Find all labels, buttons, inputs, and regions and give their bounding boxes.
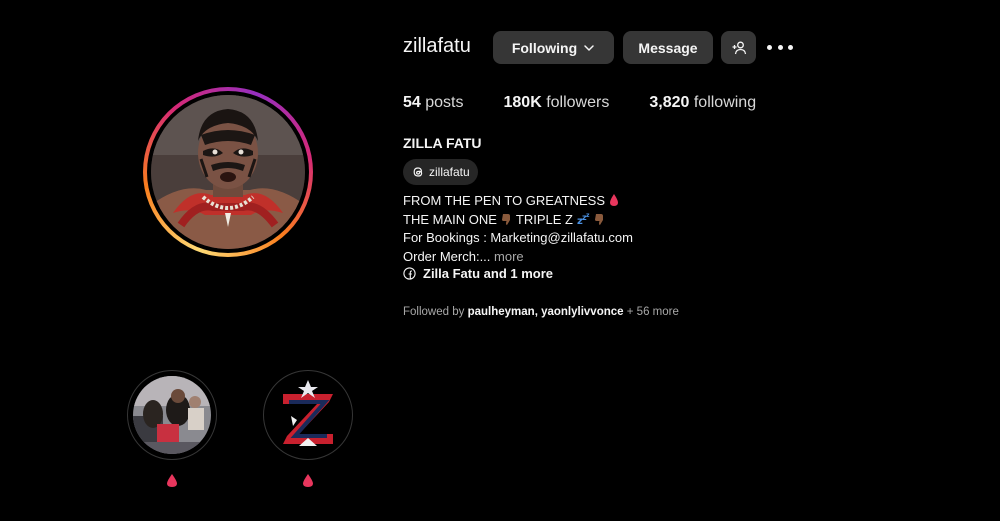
bio-line-text: For Bookings : Marketing@zillafatu.com	[403, 230, 633, 245]
threads-badge[interactable]: zillafatu	[403, 159, 478, 185]
profile-links[interactable]: Zilla Fatu and 1 more	[403, 266, 553, 281]
threads-handle: zillafatu	[429, 165, 470, 179]
followers-stat[interactable]: 180K followers	[504, 94, 610, 112]
thumbs-down-icon	[595, 213, 604, 225]
followed-by-prefix: Followed by	[403, 306, 465, 318]
message-button-label: Message	[638, 39, 698, 56]
blood-drop-icon	[167, 474, 177, 487]
bio-line: Order Merch:... more	[403, 248, 633, 267]
threads-icon	[413, 167, 423, 177]
bio-line: THE MAIN ONE TRIPLE Z z z z	[403, 211, 633, 230]
profile-page: zillafatu Following Message 54 posts 180…	[0, 0, 1000, 521]
avatar[interactable]	[151, 95, 305, 249]
followers-count: 180K	[503, 94, 542, 111]
posts-stat: 54 posts	[403, 94, 464, 112]
blood-drop-icon	[609, 194, 618, 206]
bio-line: For Bookings : Marketing@zillafatu.com	[403, 229, 633, 248]
story-ring[interactable]	[143, 87, 313, 257]
zzz-icon: z z z	[577, 212, 590, 226]
followed-by-user: paulheyman	[467, 306, 535, 318]
profile-stats: 54 posts 180K followers 3,820 following	[403, 94, 796, 112]
highlight-cover	[133, 376, 211, 454]
posts-label: posts	[425, 94, 464, 111]
dot	[767, 44, 772, 50]
bio-more-link[interactable]: more	[494, 249, 524, 264]
bio-line-text: THE MAIN ONE	[403, 211, 497, 227]
bio-line: FROM THE PEN TO GREATNESS	[403, 192, 633, 211]
following-stat[interactable]: 3,820 following	[649, 94, 756, 112]
bio-line-text: Order Merch:...	[403, 248, 491, 264]
chevron-down-icon	[584, 44, 594, 51]
following-count: 3,820	[649, 94, 690, 111]
followed-by-separator: ,	[534, 306, 538, 318]
more-options-icon[interactable]	[767, 38, 793, 56]
dot	[788, 44, 793, 50]
following-button-label: Following	[511, 39, 578, 56]
story-highlight[interactable]	[263, 370, 353, 460]
facebook-icon	[403, 267, 416, 280]
avatar-image	[151, 95, 305, 249]
followers-label: followers	[546, 94, 610, 111]
highlight-cover	[269, 376, 347, 454]
bio-line-text: FROM THE PEN TO GREATNESS	[403, 193, 606, 208]
message-button[interactable]: Message	[623, 31, 713, 64]
following-button[interactable]: Following	[493, 31, 614, 64]
dot	[777, 44, 783, 50]
highlight-image	[133, 376, 211, 454]
story-highlight[interactable]	[127, 370, 217, 460]
highlight-image	[269, 376, 347, 454]
thumbs-down-icon	[501, 213, 510, 225]
suggested-users-button[interactable]	[721, 31, 756, 64]
links-label: Zilla Fatu and 1 more	[423, 266, 554, 281]
svg-text:z: z	[586, 212, 590, 219]
add-user-icon	[732, 41, 746, 54]
full-name: ZILLA FATU	[403, 135, 482, 151]
followed-by-suffix: + 56 more	[626, 306, 679, 318]
blood-drop-icon	[303, 474, 313, 487]
followed-by[interactable]: Followed by paulheyman, yaonlylivvonce +…	[403, 306, 679, 318]
username: zillafatu	[403, 35, 471, 57]
followed-by-user: yaonlylivvonce	[541, 306, 624, 318]
bio-line-text: TRIPLE Z	[515, 211, 573, 227]
posts-count: 54	[403, 94, 421, 111]
bio: FROM THE PEN TO GREATNESS THE MAIN ONE T…	[403, 192, 633, 266]
following-label: following	[693, 94, 757, 111]
